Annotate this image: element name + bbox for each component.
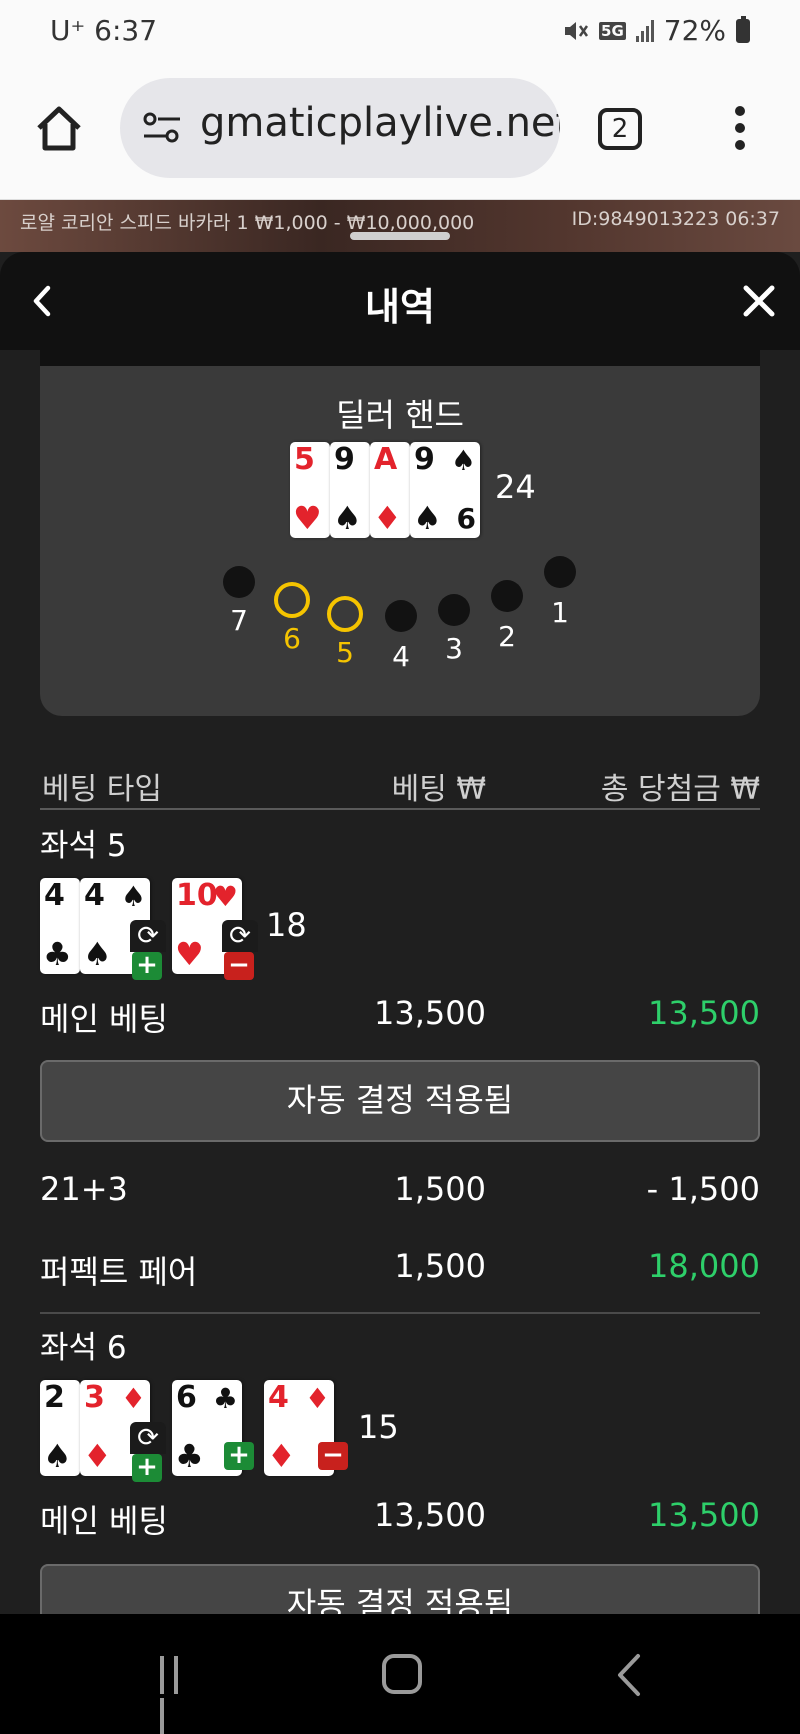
playing-card: 5 ♥ (290, 442, 330, 538)
swap-icon: ⟳ (222, 920, 258, 952)
nav-home-icon[interactable] (382, 1654, 422, 1694)
tab-switcher-icon[interactable]: 2 (598, 108, 642, 150)
bet-amount: 13,500 (374, 994, 486, 1032)
plus-icon: + (132, 1454, 162, 1482)
bet-row: 퍼펙트 페어 1,500 18,000 (40, 1247, 760, 1291)
win-amount: - 1,500 (646, 1170, 760, 1208)
seat-dot-3 (438, 594, 470, 626)
bet-type: 메인 베팅 (40, 1502, 168, 1540)
dealer-score: 24 (495, 468, 536, 506)
seat-number-4: 4 (392, 640, 410, 673)
game-info-strip: 로얄 코리안 스피드 바카라 1 ₩1,000 - ₩10,000,000 ID… (0, 200, 800, 252)
recent-apps-icon[interactable] (160, 1656, 200, 1734)
network-type: 5G (599, 21, 626, 40)
plus-icon: + (224, 1442, 254, 1470)
seat-5-title: 좌석 5 (40, 828, 127, 864)
playing-card: 4 ♣ (40, 878, 80, 974)
screen: { "status_bar": { "carrier": "U⁺ 6:37", … (0, 0, 800, 1734)
playing-card: 2 ♠ (40, 1380, 80, 1476)
history-sheet: 내역 딜러 핸드 5 ♥ 9 ♠ A ♦ 9 ♠ ♠ 6 24 7 6 5 4 … (0, 252, 800, 1614)
playing-card: 9 ♠ (330, 442, 370, 538)
bet-amount: 1,500 (394, 1247, 486, 1285)
bet-type: 메인 베팅 (40, 1000, 168, 1038)
auto-decision-button[interactable]: 자동 결정 적용됨 (40, 1564, 760, 1614)
seat-dot-6 (274, 582, 310, 618)
seat-number-6: 6 (283, 622, 301, 655)
minus-icon: − (224, 952, 254, 980)
seat-dot-2 (491, 580, 523, 612)
seat-dot-4 (385, 600, 417, 632)
bet-table-header: 베팅 타입 베팅 ₩ 총 당첨금 ₩ (40, 752, 760, 810)
card-swap-badge: ⟳ − (222, 920, 258, 982)
dealer-panel: 딜러 핸드 5 ♥ 9 ♠ A ♦ 9 ♠ ♠ 6 24 7 6 5 4 3 2… (40, 350, 760, 716)
bet-type: 21+3 (40, 1170, 128, 1208)
playing-card: A ♦ (370, 442, 410, 538)
sheet-header: 내역 (0, 252, 800, 350)
nav-back-icon[interactable] (614, 1652, 644, 1698)
col-bet-type: 베팅 타입 (42, 772, 162, 807)
seat-number-1: 1 (551, 596, 569, 629)
game-table-info: 로얄 코리안 스피드 바카라 1 ₩1,000 - ₩10,000,000 (20, 212, 475, 234)
win-amount: 13,500 (648, 1496, 760, 1534)
battery-icon (736, 15, 750, 43)
bet-amount: 13,500 (374, 1496, 486, 1534)
seat-6-score: 15 (358, 1408, 399, 1446)
card-swap-badge: − (316, 1442, 352, 1474)
auto-decision-button[interactable]: 자동 결정 적용됨 (40, 1060, 760, 1142)
seat-number-2: 2 (498, 620, 516, 653)
bet-row: 21+3 1,500 - 1,500 (40, 1170, 760, 1214)
browser-toolbar: gmaticplaylive.net 2 (0, 62, 800, 200)
battery-level: 72% (663, 14, 726, 47)
status-icons: 5G 72% (563, 14, 750, 47)
bet-row: 메인 베팅 13,500 13,500 (40, 994, 760, 1038)
seat-number-3: 3 (445, 632, 463, 665)
seat-dot-7 (223, 566, 255, 598)
mute-icon (565, 21, 589, 40)
swap-icon: ⟳ (130, 920, 166, 952)
swap-icon: ⟳ (130, 1422, 166, 1454)
seat-6-title: 좌석 6 (40, 1330, 127, 1366)
system-nav-bar (0, 1614, 800, 1734)
dealer-cards: 5 ♥ 9 ♠ A ♦ 9 ♠ ♠ 6 (290, 442, 482, 538)
minus-icon: − (318, 1442, 348, 1470)
sheet-title: 내역 (365, 285, 435, 329)
seat-number-5: 5 (336, 636, 354, 669)
game-round-id: ID:9849013223 06:37 (571, 208, 780, 230)
win-amount: 13,500 (648, 994, 760, 1032)
close-icon[interactable] (742, 284, 776, 318)
address-bar[interactable]: gmaticplaylive.net (120, 78, 560, 178)
carrier-time: U⁺ 6:37 (50, 14, 158, 47)
more-options-icon[interactable] (730, 106, 750, 154)
status-bar: U⁺ 6:37 5G 72% (0, 0, 800, 62)
playing-card: 9 ♠ ♠ 6 (410, 442, 480, 538)
seat-5-score: 18 (266, 906, 307, 944)
plus-icon: + (132, 952, 162, 980)
sheet-drag-handle[interactable] (350, 232, 450, 240)
win-amount: 18,000 (648, 1247, 760, 1285)
section-divider (40, 1312, 760, 1314)
url-text: gmaticplaylive.net (200, 100, 560, 146)
bet-row: 메인 베팅 13,500 13,500 (40, 1496, 760, 1540)
col-total-win: 총 당첨금 ₩ (600, 772, 760, 807)
panel-top-band (40, 350, 760, 366)
card-swap-badge: ⟳ + (130, 920, 166, 982)
seat-number-7: 7 (230, 604, 248, 637)
home-icon[interactable] (34, 104, 84, 154)
bet-type: 퍼펙트 페어 (40, 1253, 198, 1291)
site-settings-icon[interactable] (142, 110, 182, 146)
card-swap-badge: + (222, 1442, 258, 1474)
seat-dot-5 (327, 596, 363, 632)
dealer-hand-label: 딜러 핸드 (336, 396, 464, 434)
card-swap-badge: ⟳ + (130, 1422, 166, 1484)
bet-amount: 1,500 (394, 1170, 486, 1208)
seat-dot-1 (544, 556, 576, 588)
col-bet-amount: 베팅 ₩ (391, 772, 486, 807)
signal-icon (635, 19, 654, 42)
